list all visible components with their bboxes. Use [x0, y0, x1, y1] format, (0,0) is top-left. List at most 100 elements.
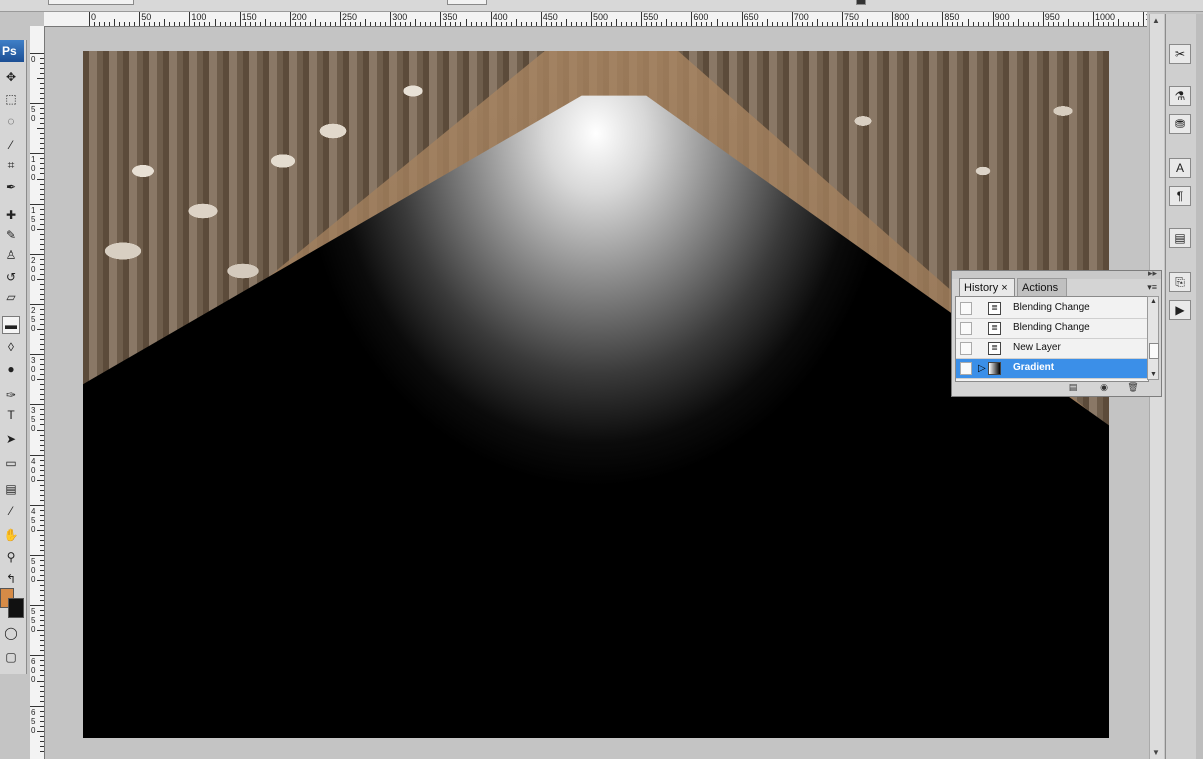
- horizontal-ruler[interactable]: 0 50 100 150 200 250 300 350 400 450 500 550 600 650 7…: [44, 12, 1147, 27]
- notes-tool-icon[interactable]: ▤: [2, 480, 20, 498]
- shape-tool-icon[interactable]: ▭: [2, 454, 20, 472]
- history-panel-icon[interactable]: ⎘: [1169, 272, 1191, 292]
- ruler-minor-tick: [40, 750, 44, 752]
- gradient-tool-icon[interactable]: ▬: [2, 316, 20, 334]
- history-scroll-thumb[interactable]: [1149, 343, 1159, 359]
- ruler-minor-tick: [1113, 22, 1115, 26]
- history-source-checkbox[interactable]: [960, 362, 972, 375]
- history-state-row[interactable]: ≣ Blending Change: [956, 299, 1148, 319]
- history-state-row[interactable]: ▷ Gradient: [956, 359, 1148, 379]
- screen-mode-icon[interactable]: ▢: [2, 648, 20, 666]
- quick-mask-icon[interactable]: ◯: [2, 624, 20, 642]
- ruler-minor-tick: [204, 22, 206, 26]
- ruler-minor-tick: [912, 22, 914, 26]
- ruler-minor-tick: [415, 19, 417, 26]
- ruler-minor-tick: [40, 539, 44, 541]
- eyedropper-sample-tool-icon[interactable]: ⁄: [2, 502, 20, 520]
- dodge-tool-icon[interactable]: ●: [2, 360, 20, 378]
- ruler-minor-tick: [119, 22, 121, 26]
- ruler-major-tick: [540, 12, 542, 26]
- pen-tool-icon[interactable]: ✑: [2, 386, 20, 404]
- history-source-checkbox[interactable]: [960, 342, 972, 355]
- tool-preset-picker[interactable]: [48, 0, 134, 5]
- history-scroll-down-icon[interactable]: ▼: [1150, 371, 1157, 378]
- ruler-minor-tick: [355, 22, 357, 26]
- ruler-label: 650: [743, 12, 759, 22]
- ruler-minor-tick: [40, 710, 44, 712]
- blur-tool-icon[interactable]: ◊: [2, 338, 20, 356]
- ruler-major-tick: [691, 12, 693, 26]
- hand-tool-icon[interactable]: ✋: [2, 526, 20, 544]
- brush-tool-icon[interactable]: ✎: [2, 226, 20, 244]
- channels-icon[interactable]: ⚗: [1169, 86, 1191, 106]
- actions-panel-icon[interactable]: ▶: [1169, 300, 1191, 320]
- ruler-minor-tick: [40, 615, 44, 617]
- ruler-major-tick: [30, 253, 44, 255]
- clone-stamp-tool-icon[interactable]: ♙: [2, 246, 20, 264]
- history-brush-tool-icon[interactable]: ↺: [2, 268, 20, 286]
- background-color-swatch[interactable]: [8, 598, 24, 618]
- tools-preset-icon[interactable]: ✂: [1169, 44, 1191, 64]
- ruler-minor-tick: [1062, 22, 1064, 26]
- history-state-row[interactable]: ≣ Blending Change: [956, 319, 1148, 339]
- scroll-down-icon[interactable]: ▼: [1152, 748, 1160, 757]
- history-source-checkbox[interactable]: [960, 322, 972, 335]
- tab-close-icon[interactable]: ×: [1001, 282, 1007, 294]
- ruler-minor-tick: [420, 22, 422, 26]
- ruler-label: 700: [793, 12, 809, 22]
- magic-wand-tool-icon[interactable]: ⁄: [2, 136, 20, 154]
- ruler-major-tick: [892, 12, 894, 26]
- crop-tool-icon[interactable]: ⌗: [2, 156, 20, 174]
- character-icon[interactable]: A: [1169, 158, 1191, 178]
- ruler-minor-tick: [40, 288, 44, 290]
- new-snapshot-icon[interactable]: ◉: [1098, 382, 1110, 393]
- options-swatch[interactable]: [856, 0, 866, 5]
- paragraph-icon[interactable]: ¶: [1169, 186, 1191, 206]
- ruler-minor-tick: [852, 22, 854, 26]
- delete-state-icon[interactable]: 🗑: [1127, 382, 1139, 393]
- ruler-minor-tick: [40, 660, 44, 662]
- collapse-panel-icon[interactable]: ▸▸: [1148, 268, 1157, 279]
- eyedropper-tool-icon[interactable]: ✒: [2, 178, 20, 196]
- tab-actions[interactable]: Actions: [1017, 278, 1067, 296]
- ruler-minor-tick: [771, 22, 773, 26]
- layer-comps-icon[interactable]: ▤: [1169, 228, 1191, 248]
- vertical-ruler[interactable]: 0 50 100 150 200 250 300 350 400 450 500 550 600 650: [30, 26, 45, 759]
- type-tool-icon[interactable]: T: [2, 406, 20, 424]
- ruler-minor-tick: [40, 570, 44, 572]
- panel-menu-icon[interactable]: ▾≡: [1147, 282, 1157, 293]
- eraser-tool-icon[interactable]: ▱: [2, 288, 20, 306]
- ruler-minor-tick: [37, 228, 44, 230]
- history-source-checkbox[interactable]: [960, 302, 972, 315]
- ruler-label: 50: [31, 105, 36, 124]
- healing-brush-tool-icon[interactable]: ✚: [2, 206, 20, 224]
- ruler-label: 950: [1044, 12, 1060, 22]
- ruler-minor-tick: [385, 22, 387, 26]
- move-tool-icon[interactable]: ✥: [2, 68, 20, 86]
- history-state-row[interactable]: ≣ New Layer: [956, 339, 1148, 359]
- new-document-from-state-icon[interactable]: ▤: [1067, 382, 1079, 393]
- options-field[interactable]: [447, 0, 487, 5]
- ruler-minor-tick: [40, 735, 44, 737]
- history-scroll-up-icon[interactable]: ▲: [1150, 298, 1157, 305]
- ruler-minor-tick: [269, 22, 271, 26]
- path-selection-tool-icon[interactable]: ➤: [2, 430, 20, 448]
- marquee-tool-icon[interactable]: ⬚: [2, 90, 20, 108]
- ruler-minor-tick: [535, 22, 537, 26]
- swap-colors-icon[interactable]: ↰: [2, 570, 20, 588]
- history-scrollbar[interactable]: ▲ ▼: [1147, 296, 1159, 380]
- ruler-minor-tick: [40, 544, 44, 546]
- lasso-tool-icon[interactable]: ◌: [2, 112, 20, 130]
- zoom-tool-icon[interactable]: ⚲: [2, 548, 20, 566]
- scroll-up-icon[interactable]: ▲: [1152, 16, 1160, 25]
- clone-source-icon[interactable]: ⛃: [1169, 114, 1191, 134]
- ruler-label: 750: [844, 12, 860, 22]
- ruler-minor-tick: [40, 620, 44, 622]
- ruler-minor-tick: [596, 22, 598, 26]
- ruler-minor-tick: [40, 138, 44, 140]
- ruler-minor-tick: [410, 22, 412, 26]
- tab-history[interactable]: History ×: [959, 278, 1015, 296]
- ruler-minor-tick: [40, 409, 44, 411]
- ruler-minor-tick: [721, 22, 723, 26]
- ruler-minor-tick: [836, 22, 838, 26]
